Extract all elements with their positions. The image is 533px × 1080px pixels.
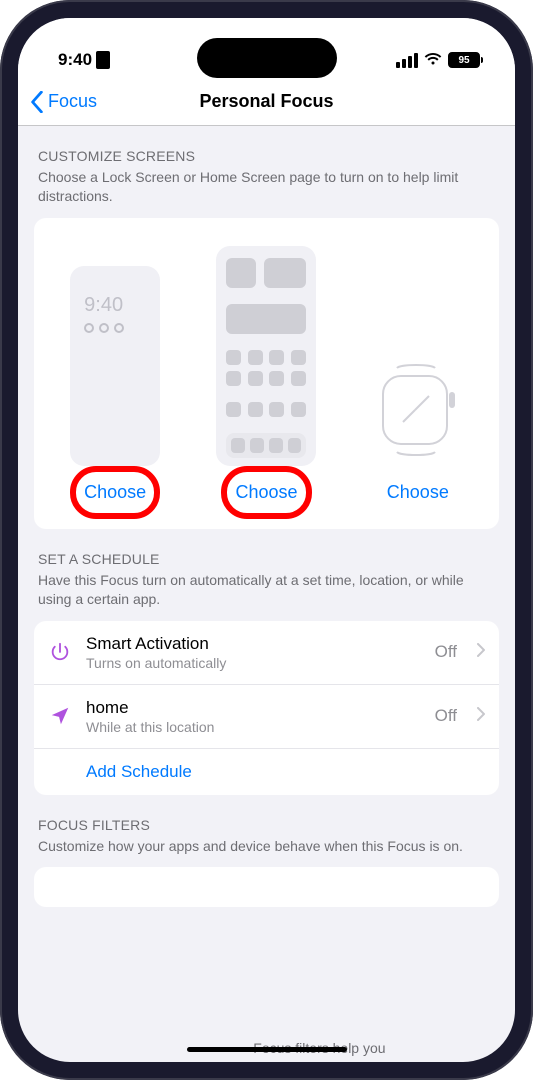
sim-icon <box>96 51 110 69</box>
schedule-card: Smart Activation Turns on automatically … <box>34 621 499 795</box>
watch-face-option: Choose <box>373 360 463 509</box>
location-arrow-icon <box>48 705 72 727</box>
dynamic-island <box>197 38 337 78</box>
row-subtitle: While at this location <box>86 719 421 735</box>
lock-preview-time: 9:40 <box>84 294 160 317</box>
cellular-icon <box>396 53 418 68</box>
screen: 9:40 95 Focus Personal Focus <box>18 18 515 1062</box>
smart-activation-row[interactable]: Smart Activation Turns on automatically … <box>34 621 499 685</box>
row-title: home <box>86 698 421 718</box>
battery-icon: 95 <box>448 52 483 68</box>
screens-row: 9:40 Choose Choose <box>46 246 487 509</box>
power-icon <box>48 641 72 663</box>
home-screen-option: Choose <box>216 246 316 509</box>
schedule-section-title: SET A SCHEDULE <box>38 551 495 567</box>
customize-section-title: CUSTOMIZE SCREENS <box>38 148 495 164</box>
wifi-icon <box>424 50 442 70</box>
filters-section-title: FOCUS FILTERS <box>38 817 495 833</box>
row-value: Off <box>435 706 457 726</box>
clock-text: 9:40 <box>58 50 92 70</box>
choose-home-screen-button[interactable]: Choose <box>235 476 297 509</box>
lock-screen-option: 9:40 Choose <box>70 266 160 509</box>
row-title: Smart Activation <box>86 634 421 654</box>
filters-section-desc: Customize how your apps and device behav… <box>38 837 495 856</box>
watch-preview <box>373 360 463 460</box>
row-body: home While at this location <box>86 698 421 735</box>
schedule-section-header: SET A SCHEDULE Have this Focus turn on a… <box>18 529 515 613</box>
battery-level: 95 <box>448 52 480 68</box>
phone-frame: 9:40 95 Focus Personal Focus <box>0 0 533 1080</box>
back-button[interactable]: Focus <box>18 91 97 113</box>
schedule-section-desc: Have this Focus turn on automatically at… <box>38 571 495 609</box>
customize-section-header: CUSTOMIZE SCREENS Choose a Lock Screen o… <box>18 126 515 210</box>
scroll-content[interactable]: CUSTOMIZE SCREENS Choose a Lock Screen o… <box>18 126 515 1042</box>
location-home-row[interactable]: home While at this location Off <box>34 685 499 749</box>
customize-screens-card: 9:40 Choose Choose <box>34 218 499 529</box>
add-schedule-label: Add Schedule <box>48 762 192 782</box>
lock-screen-preview: 9:40 <box>70 266 160 466</box>
status-time: 9:40 <box>58 50 110 70</box>
row-value: Off <box>435 642 457 662</box>
row-subtitle: Turns on automatically <box>86 655 421 671</box>
customize-section-desc: Choose a Lock Screen or Home Screen page… <box>38 168 495 206</box>
home-screen-preview <box>216 246 316 466</box>
filters-card <box>34 867 499 907</box>
choose-watch-button[interactable]: Choose <box>387 476 449 509</box>
chevron-right-icon <box>477 707 485 726</box>
filters-section-header: FOCUS FILTERS Customize how your apps an… <box>18 795 515 860</box>
home-indicator[interactable] <box>187 1047 347 1052</box>
back-label: Focus <box>48 91 97 112</box>
navigation-bar: Focus Personal Focus <box>18 78 515 126</box>
status-indicators: 95 <box>396 50 483 70</box>
add-schedule-row[interactable]: Add Schedule <box>34 749 499 795</box>
chevron-right-icon <box>477 643 485 662</box>
chevron-left-icon <box>30 91 44 113</box>
choose-lock-screen-button[interactable]: Choose <box>84 476 146 509</box>
row-body: Smart Activation Turns on automatically <box>86 634 421 671</box>
